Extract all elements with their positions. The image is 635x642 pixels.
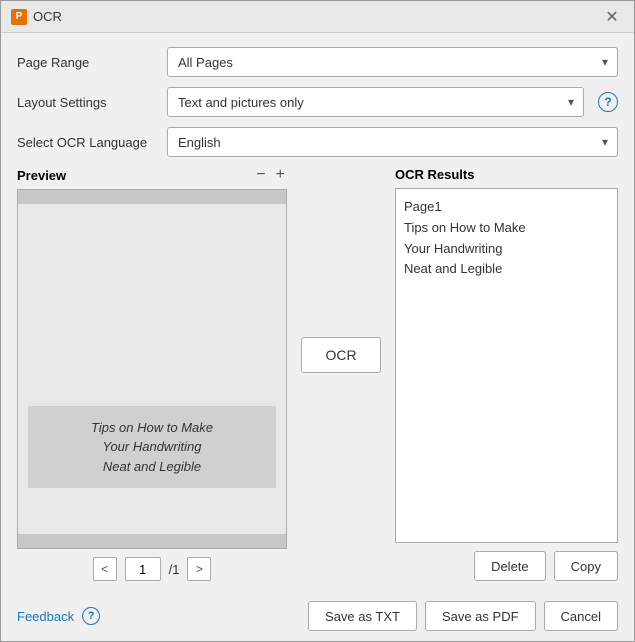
action-buttons: Save as TXT Save as PDF Cancel	[308, 601, 618, 631]
preview-text-line1: Tips on How to Make	[91, 420, 213, 435]
feedback-link[interactable]: Feedback	[17, 609, 74, 624]
preview-title: Preview	[17, 168, 66, 183]
preview-page: Tips on How to Make Your Handwriting Nea…	[18, 190, 286, 548]
delete-copy-row: Delete Copy	[301, 551, 618, 581]
ocr-button[interactable]: OCR	[301, 337, 381, 373]
app-icon: P	[11, 9, 27, 25]
ocr-result-line1: Page1	[404, 197, 609, 218]
window-title: OCR	[33, 9, 62, 24]
delete-button[interactable]: Delete	[474, 551, 546, 581]
save-txt-button[interactable]: Save as TXT	[308, 601, 417, 631]
page-range-select-wrapper: All Pages ▾	[167, 47, 618, 77]
language-select[interactable]: English	[167, 127, 618, 157]
layout-select[interactable]: Text and pictures only	[167, 87, 584, 117]
zoom-in-button[interactable]: +	[274, 167, 287, 183]
preview-section: Preview − + Tips on How to Make Your Han…	[17, 167, 287, 581]
preview-top-bar	[18, 190, 286, 204]
copy-button[interactable]: Copy	[554, 551, 618, 581]
layout-settings-row: Layout Settings Text and pictures only ▾…	[17, 87, 618, 117]
main-area: Preview − + Tips on How to Make Your Han…	[17, 167, 618, 581]
pagination: < /1 >	[17, 557, 287, 581]
ocr-results-box: Page1 Tips on How to Make Your Handwriti…	[395, 188, 618, 543]
main-content: Page Range All Pages ▾ Layout Settings T…	[1, 33, 634, 595]
language-select-wrapper: English ▾	[167, 127, 618, 157]
preview-canvas: Tips on How to Make Your Handwriting Nea…	[17, 189, 287, 549]
page-number-input[interactable]	[125, 557, 161, 581]
ocr-result-line4: Neat and Legible	[404, 259, 609, 280]
preview-header: Preview − +	[17, 167, 287, 183]
footer: Feedback ? Save as TXT Save as PDF Cance…	[1, 595, 634, 641]
close-button[interactable]: ✕	[600, 5, 624, 29]
preview-text-line2: Your Handwriting	[103, 439, 202, 454]
cancel-button[interactable]: Cancel	[544, 601, 618, 631]
page-range-label: Page Range	[17, 55, 157, 70]
title-bar-left: P OCR	[11, 9, 62, 25]
ocr-button-area: OCR	[301, 167, 381, 543]
layout-help-icon[interactable]: ?	[598, 92, 618, 112]
page-range-row: Page Range All Pages ▾	[17, 47, 618, 77]
save-pdf-button[interactable]: Save as PDF	[425, 601, 536, 631]
feedback-help-icon[interactable]: ?	[82, 607, 100, 625]
title-bar: P OCR ✕	[1, 1, 634, 33]
next-page-button[interactable]: >	[187, 557, 211, 581]
layout-label: Layout Settings	[17, 95, 157, 110]
ocr-result-line2: Tips on How to Make	[404, 218, 609, 239]
preview-text-line3: Neat and Legible	[103, 459, 201, 474]
zoom-controls: − +	[254, 167, 287, 183]
feedback-area: Feedback ?	[17, 607, 100, 625]
ocr-results-section: OCR Results Page1 Tips on How to Make Yo…	[395, 167, 618, 543]
window: P OCR ✕ Page Range All Pages ▾ Layout Se…	[0, 0, 635, 642]
page-total: /1	[169, 562, 180, 577]
page-range-select[interactable]: All Pages	[167, 47, 618, 77]
language-label: Select OCR Language	[17, 135, 157, 150]
prev-page-button[interactable]: <	[93, 557, 117, 581]
language-row: Select OCR Language English ▾	[17, 127, 618, 157]
ocr-result-line3: Your Handwriting	[404, 239, 609, 260]
zoom-out-button[interactable]: −	[254, 167, 267, 183]
preview-bottom-bar	[18, 534, 286, 548]
preview-text-box: Tips on How to Make Your Handwriting Nea…	[28, 406, 276, 489]
ocr-results-title: OCR Results	[395, 167, 618, 182]
layout-select-wrapper: Text and pictures only ▾	[167, 87, 584, 117]
